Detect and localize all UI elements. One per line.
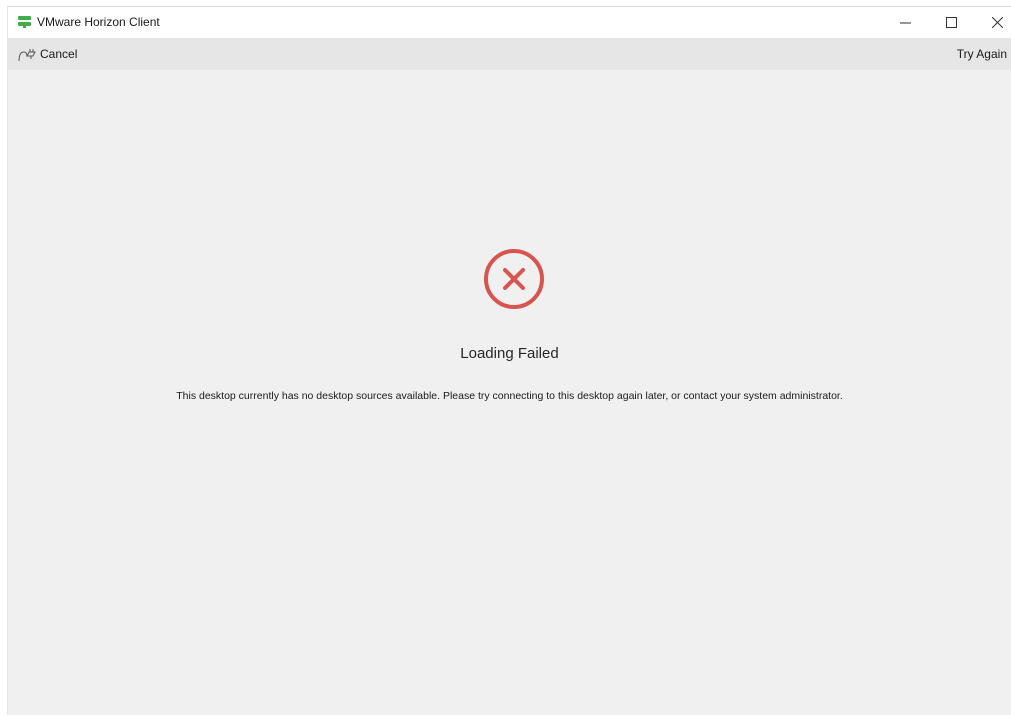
toolbar: Cancel Try Again (8, 38, 1011, 70)
maximize-icon (945, 17, 957, 28)
error-title: Loading Failed (460, 345, 559, 362)
maximize-button[interactable] (928, 7, 974, 38)
horizon-client-window: VMware Horizon Client Cancel Try Again L… (7, 6, 1011, 715)
title-bar[interactable]: VMware Horizon Client (8, 7, 1011, 38)
cancel-button[interactable]: Cancel (18, 46, 77, 62)
minimize-icon (899, 22, 911, 24)
close-button[interactable] (974, 7, 1011, 38)
disconnect-plug-icon (18, 49, 36, 62)
error-x-circle-icon (484, 249, 544, 309)
cancel-label: Cancel (40, 47, 78, 61)
minimize-button[interactable] (882, 7, 928, 38)
error-message: This desktop currently has no desktop so… (176, 390, 843, 402)
try-again-button[interactable]: Try Again (957, 47, 1007, 61)
close-icon (991, 17, 1003, 28)
vmware-horizon-icon (18, 16, 31, 28)
content-area: Loading Failed This desktop currently ha… (8, 70, 1011, 715)
window-title: VMware Horizon Client (37, 15, 160, 29)
